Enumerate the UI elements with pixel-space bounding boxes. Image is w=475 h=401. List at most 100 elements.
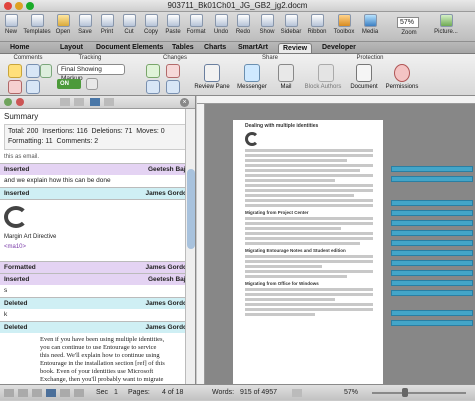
revision-item[interactable]: Deleted James Gordon k [0, 297, 195, 321]
change-balloon[interactable] [391, 220, 473, 226]
undo-button[interactable]: Undo [210, 14, 232, 35]
change-balloon[interactable] [391, 250, 473, 256]
change-balloon[interactable] [391, 166, 473, 172]
reject-change-icon[interactable] [166, 64, 180, 78]
reject-icon[interactable] [16, 98, 24, 106]
tab-review[interactable]: Review [278, 43, 313, 53]
block-authors-button: Block Authors [304, 84, 342, 90]
tab-layout[interactable]: Layout [56, 43, 87, 53]
print-icon [100, 14, 114, 27]
change-balloon[interactable] [391, 210, 473, 216]
markup-options-icon[interactable] [86, 78, 98, 90]
permissions-icon[interactable] [394, 64, 410, 82]
revision-item[interactable]: Inserted Geetesh Bajaj and we explain how… [0, 163, 195, 187]
document-protection-icon[interactable] [356, 64, 372, 82]
templates-button[interactable]: Templates [22, 14, 52, 35]
show-button[interactable]: Show [256, 14, 278, 35]
save-button[interactable]: Save [74, 14, 96, 35]
ribbon-icon [310, 14, 324, 27]
publishing-view-icon[interactable] [32, 389, 42, 397]
vertical-ruler[interactable] [197, 104, 205, 384]
change-balloon[interactable] [391, 270, 473, 276]
change-balloon[interactable] [391, 240, 473, 246]
revision-image-item[interactable]: Margin Art Directive <ma10> [0, 199, 195, 261]
redo-button[interactable]: Redo [232, 14, 254, 35]
sidebar-button[interactable]: Sidebar [278, 14, 304, 35]
tab-smartart[interactable]: SmartArt [234, 43, 272, 53]
change-balloon[interactable] [391, 176, 473, 182]
revision-item[interactable]: Inserted James Gordon [0, 187, 195, 199]
notebook-view-icon[interactable] [60, 389, 70, 397]
cut-button[interactable]: Cut [118, 14, 140, 35]
tab-developer[interactable]: Developer [318, 43, 360, 53]
open-button[interactable]: Open [52, 14, 74, 35]
close-pane-icon[interactable]: × [180, 98, 189, 107]
change-balloon[interactable] [391, 320, 473, 326]
group-comments-header: Comments [13, 55, 43, 61]
zoom-field[interactable]: 57% [397, 17, 419, 28]
change-balloon[interactable] [391, 200, 473, 206]
zoom-slider-thumb[interactable] [402, 388, 408, 397]
next-icon[interactable] [74, 98, 84, 106]
review-pane-button[interactable]: Review Pane [192, 84, 232, 90]
messenger-button[interactable]: Messenger [234, 84, 270, 90]
revision-item[interactable]: Formatted James Gordon [0, 261, 195, 273]
outline-view-icon[interactable] [18, 389, 28, 397]
mail-icon[interactable] [278, 64, 294, 82]
change-balloon[interactable] [391, 290, 473, 296]
block-authors-icon [318, 64, 334, 82]
tab-tables[interactable]: Tables [168, 43, 198, 53]
accept-icon[interactable] [4, 98, 12, 106]
tab-charts[interactable]: Charts [200, 43, 230, 53]
zoom-window-button[interactable] [26, 2, 34, 10]
stat-total: Total: 200 [8, 128, 39, 135]
minimize-window-button[interactable] [15, 2, 23, 10]
ribbon-button[interactable]: Ribbon [304, 14, 330, 35]
messenger-icon[interactable] [244, 64, 260, 82]
new-comment-icon[interactable] [8, 64, 22, 78]
media-button[interactable]: Media [358, 14, 382, 35]
mail-button[interactable]: Mail [272, 84, 300, 90]
document-page[interactable]: Dealing with multiple identities Migrati… [233, 120, 383, 384]
proofing-icon[interactable] [292, 389, 302, 397]
delete-comment-icon[interactable] [8, 80, 22, 94]
draft-view-icon[interactable] [4, 389, 14, 397]
print-button[interactable]: Print [96, 14, 118, 35]
toolbox-button[interactable]: Toolbox [330, 14, 358, 35]
comment-filter-icon[interactable] [90, 98, 100, 106]
reviewing-pane-toolbar: × [0, 96, 195, 109]
change-balloon[interactable] [391, 230, 473, 236]
change-balloon[interactable] [391, 260, 473, 266]
document-button[interactable]: Document [344, 84, 384, 90]
previous-change-icon[interactable] [146, 80, 160, 94]
tab-document-elements[interactable]: Document Elements [92, 43, 167, 53]
print-layout-icon[interactable] [46, 389, 56, 397]
next-comment-icon[interactable] [26, 80, 40, 94]
markup-view-select[interactable]: Final Showing Markup [57, 64, 125, 82]
tab-home[interactable]: Home [6, 43, 33, 53]
horizontal-ruler[interactable] [197, 96, 475, 104]
paste-button[interactable]: Paste [162, 14, 184, 35]
format-button[interactable]: Format [184, 14, 208, 35]
track-changes-switch[interactable]: ON [57, 79, 81, 89]
zoom-slider[interactable] [372, 392, 466, 394]
copy-icon [144, 14, 158, 27]
change-balloon[interactable] [391, 310, 473, 316]
new-button[interactable]: New [0, 14, 22, 35]
change-balloon[interactable] [391, 280, 473, 286]
permissions-button[interactable]: Permissions [380, 84, 424, 90]
review-pane-icon[interactable] [204, 64, 220, 82]
accept-change-icon[interactable] [146, 64, 160, 78]
previous-comment-icon[interactable] [26, 64, 40, 78]
pane-scrollbar[interactable] [185, 109, 195, 384]
previous-icon[interactable] [60, 98, 70, 106]
copy-button[interactable]: Copy [140, 14, 162, 35]
close-window-button[interactable] [4, 2, 12, 10]
revision-item[interactable]: Deleted James Gordon Even if you have bee… [0, 321, 195, 389]
full-screen-icon[interactable] [74, 389, 84, 397]
picture-button[interactable]: Picture... [425, 14, 467, 35]
revision-item[interactable]: Inserted Geetesh Bajaj s [0, 273, 195, 297]
next-change-icon[interactable] [166, 80, 180, 94]
pane-scroll-thumb[interactable] [187, 169, 195, 249]
filter-icon[interactable] [104, 98, 114, 106]
